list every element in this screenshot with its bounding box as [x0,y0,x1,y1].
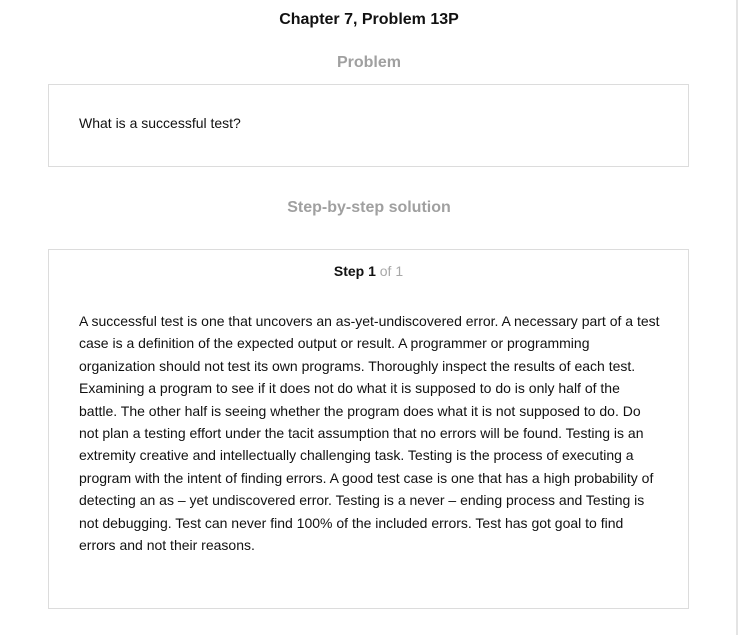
chapter-title: Chapter 7, Problem 13P [279,11,459,28]
solution-card: Step 1 of 1 A successful test is one tha… [48,249,689,609]
solution-text: A successful test is one that uncovers a… [79,313,660,554]
step-number: Step 1 [333,263,376,279]
step-indicator: Step 1 of 1 [49,263,688,279]
problem-heading: Problem [336,54,401,71]
problem-text: What is a successful test? [79,115,241,131]
solution-heading: Step-by-step solution [287,199,451,216]
step-total: of 1 [379,263,404,279]
problem-card: What is a successful test? [48,84,689,167]
